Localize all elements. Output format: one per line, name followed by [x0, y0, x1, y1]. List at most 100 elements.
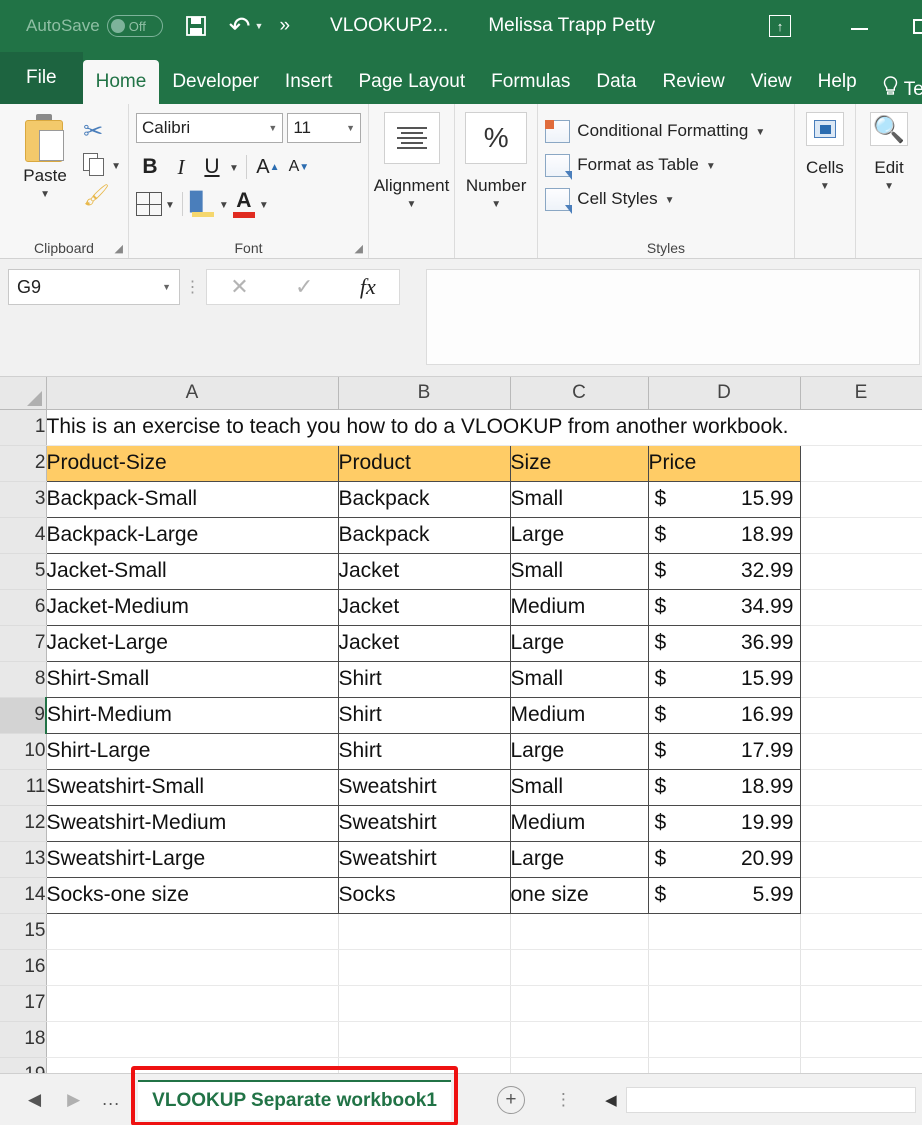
row-header-9[interactable]: 9 [0, 697, 46, 733]
cell-c15[interactable] [510, 913, 648, 949]
cell-d8[interactable]: $15.99 [648, 661, 800, 697]
row-header-12[interactable]: 12 [0, 805, 46, 841]
row-header-11[interactable]: 11 [0, 769, 46, 805]
conditional-formatting-button[interactable]: Conditional Formatting ▼ [545, 114, 786, 148]
cell-a1[interactable]: This is an exercise to teach you how to … [46, 409, 922, 445]
font-color-dropdown-icon[interactable]: ▼ [259, 200, 269, 211]
cell-a15[interactable] [46, 913, 338, 949]
table-row[interactable]: 15 [0, 913, 922, 949]
format-as-table-button[interactable]: Format as Table ▼ [545, 148, 786, 182]
font-name-dropdown-icon[interactable]: ▼ [268, 123, 277, 133]
row-header-19[interactable]: 19 [0, 1057, 46, 1073]
cell-c10[interactable]: Large [510, 733, 648, 769]
cell-e10[interactable] [800, 733, 922, 769]
cell-b16[interactable] [338, 949, 510, 985]
row-header-2[interactable]: 2 [0, 445, 46, 481]
cell-d2[interactable]: Price [648, 445, 800, 481]
font-size-combo[interactable]: 11 ▼ [287, 113, 361, 143]
column-header-b[interactable]: B [338, 377, 510, 409]
tell-me-search[interactable]: Te [882, 76, 922, 104]
cell-c12[interactable]: Medium [510, 805, 648, 841]
row-header-3[interactable]: 3 [0, 481, 46, 517]
tab-formulas[interactable]: Formulas [478, 60, 583, 104]
alignment-icon[interactable] [384, 112, 440, 164]
paste-button[interactable]: Paste ▼ [7, 110, 83, 259]
cell-a9[interactable]: Shirt-Medium [46, 697, 338, 733]
cell-a6[interactable]: Jacket-Medium [46, 589, 338, 625]
insert-function-icon[interactable]: fx [360, 274, 376, 300]
cell-b14[interactable]: Socks [338, 877, 510, 913]
cell-b13[interactable]: Sweatshirt [338, 841, 510, 877]
enter-icon[interactable]: ✓ [295, 274, 313, 300]
cell-b17[interactable] [338, 985, 510, 1021]
scroll-left-icon[interactable]: ◀ [596, 1085, 626, 1115]
alignment-dropdown-icon[interactable]: ▼ [407, 199, 417, 210]
row-header-4[interactable]: 4 [0, 517, 46, 553]
copy-dropdown-icon[interactable]: ▼ [111, 161, 121, 172]
column-header-d[interactable]: D [648, 377, 800, 409]
cell-e11[interactable] [800, 769, 922, 805]
row-header-8[interactable]: 8 [0, 661, 46, 697]
cell-e17[interactable] [800, 985, 922, 1021]
undo-dropdown-icon[interactable]: ▼ [255, 21, 264, 31]
cell-b18[interactable] [338, 1021, 510, 1057]
underline-dropdown-icon[interactable]: ▼ [229, 163, 239, 174]
cell-d10[interactable]: $17.99 [648, 733, 800, 769]
cell-c5[interactable]: Small [510, 553, 648, 589]
cell-a19[interactable] [46, 1057, 338, 1073]
font-color-icon[interactable]: A [232, 190, 256, 218]
name-box[interactable]: G9 ▼ [8, 269, 180, 305]
cell-a3[interactable]: Backpack-Small [46, 481, 338, 517]
cell-c13[interactable]: Large [510, 841, 648, 877]
save-icon[interactable] [185, 15, 207, 37]
paste-dropdown-icon[interactable]: ▼ [40, 189, 50, 200]
cell-styles-dropdown-icon[interactable]: ▼ [665, 195, 675, 206]
cell-d4[interactable]: $18.99 [648, 517, 800, 553]
find-select-icon[interactable]: 🔍 [870, 112, 908, 146]
row-header-1[interactable]: 1 [0, 409, 46, 445]
cell-c8[interactable]: Small [510, 661, 648, 697]
cell-c17[interactable] [510, 985, 648, 1021]
cell-c2[interactable]: Size [510, 445, 648, 481]
user-account-name[interactable]: Melissa Trapp Petty [488, 15, 655, 37]
italic-button[interactable]: I [167, 152, 195, 182]
cell-b12[interactable]: Sweatshirt [338, 805, 510, 841]
percent-style-icon[interactable]: % [465, 112, 527, 164]
cell-a18[interactable] [46, 1021, 338, 1057]
cell-d13[interactable]: $20.99 [648, 841, 800, 877]
cell-a17[interactable] [46, 985, 338, 1021]
more-commands-icon[interactable]: » [279, 15, 288, 37]
tab-file[interactable]: File [0, 52, 83, 104]
autosave-switch[interactable]: Off [107, 15, 163, 37]
cell-c18[interactable] [510, 1021, 648, 1057]
row-header-17[interactable]: 17 [0, 985, 46, 1021]
table-row[interactable]: 3 Backpack-Small Backpack Small $15.99 [0, 481, 922, 517]
cancel-icon[interactable]: ✕ [230, 274, 248, 300]
cell-c7[interactable]: Large [510, 625, 648, 661]
cell-a12[interactable]: Sweatshirt-Medium [46, 805, 338, 841]
ribbon-display-options-icon[interactable]: ↑ [769, 15, 791, 37]
cell-b19[interactable] [338, 1057, 510, 1073]
table-row[interactable]: 12 Sweatshirt-Medium Sweatshirt Medium $… [0, 805, 922, 841]
cell-d14[interactable]: $5.99 [648, 877, 800, 913]
tab-home[interactable]: Home [83, 60, 160, 104]
number-dropdown-icon[interactable]: ▼ [491, 199, 501, 210]
cell-c11[interactable]: Small [510, 769, 648, 805]
cell-d19[interactable] [648, 1057, 800, 1073]
borders-dropdown-icon[interactable]: ▼ [165, 200, 175, 211]
row-header-15[interactable]: 15 [0, 913, 46, 949]
fill-color-icon[interactable]: █ [190, 191, 216, 217]
cell-b6[interactable]: Jacket [338, 589, 510, 625]
sheet-tab-active[interactable]: VLOOKUP Separate workbook1 [138, 1080, 451, 1120]
autosave-toggle[interactable]: AutoSave Off [26, 15, 163, 37]
tab-developer[interactable]: Developer [159, 60, 272, 104]
maximize-icon[interactable] [913, 19, 922, 34]
name-box-dropdown-icon[interactable]: ▼ [162, 282, 171, 292]
sheet-menu-icon[interactable]: ⋮ [555, 1090, 572, 1110]
tab-help[interactable]: Help [805, 60, 870, 104]
cell-e8[interactable] [800, 661, 922, 697]
row-header-16[interactable]: 16 [0, 949, 46, 985]
table-row[interactable]: 17 [0, 985, 922, 1021]
table-row[interactable]: 5 Jacket-Small Jacket Small $32.99 [0, 553, 922, 589]
cell-e18[interactable] [800, 1021, 922, 1057]
